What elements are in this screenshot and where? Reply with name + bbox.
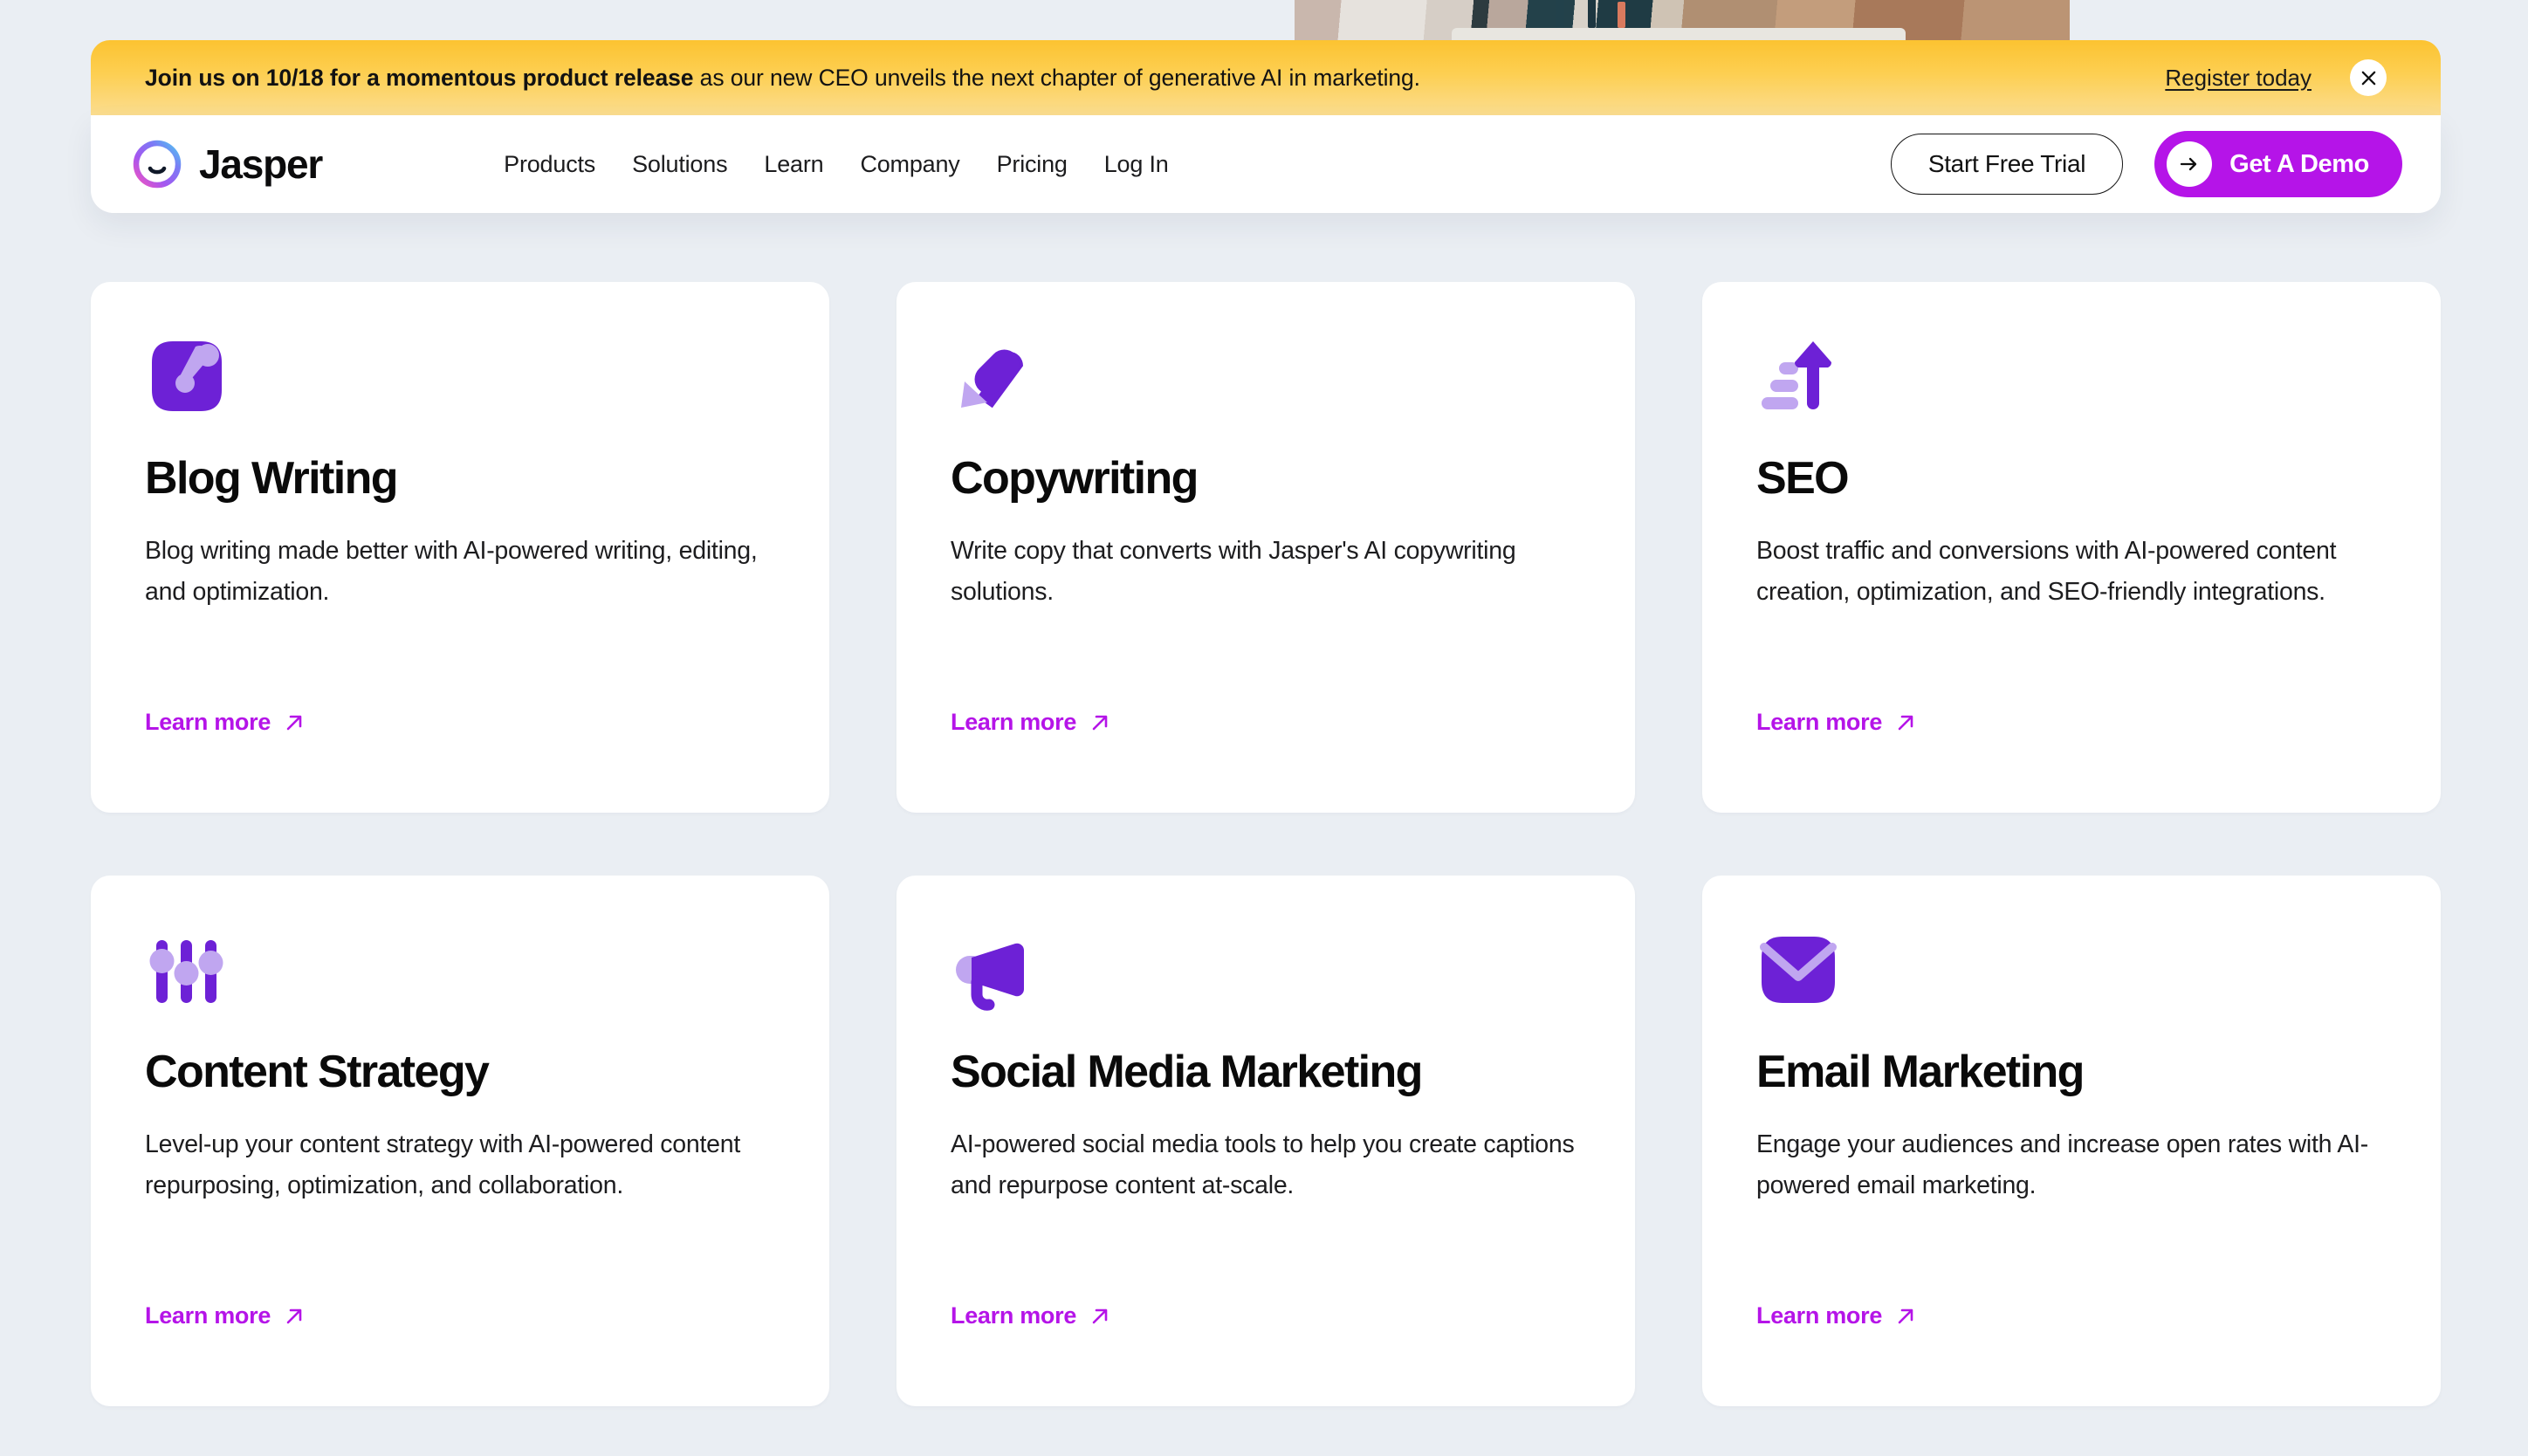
card-description: Write copy that converts with Jasper's A…	[951, 537, 1516, 607]
feature-card-copywriting[interactable]: Copywriting Write copy that converts wit…	[896, 282, 1635, 813]
arrow-up-right-icon	[283, 711, 306, 734]
start-free-trial-button[interactable]: Start Free Trial	[1890, 134, 2124, 195]
pencil-icon	[1588, 0, 1596, 28]
learn-more-label: Learn more	[1756, 709, 1883, 735]
nav-item-learn[interactable]: Learn	[764, 151, 823, 178]
nav-item-company[interactable]: Company	[860, 151, 959, 178]
arrow-up-right-icon	[1894, 1305, 1917, 1328]
header-actions: Start Free Trial Get A Demo	[1890, 131, 2402, 197]
nav-item-pricing[interactable]: Pricing	[997, 151, 1068, 178]
learn-more-label: Learn more	[951, 709, 1077, 735]
card-title: Copywriting	[951, 453, 1199, 504]
card-title: Email Marketing	[1756, 1047, 2085, 1097]
card-description: AI-powered social media tools to help yo…	[951, 1130, 1575, 1200]
feature-card-social-media-marketing[interactable]: Social Media Marketing AI-powered social…	[896, 876, 1635, 1406]
brand-logo-link[interactable]: Jasper	[133, 140, 323, 189]
feature-card-grid: Blog Writing Blog writing made better wi…	[91, 282, 2441, 1406]
learn-more-link[interactable]: Learn more	[145, 1302, 306, 1329]
nav-item-products[interactable]: Products	[504, 151, 595, 178]
main-nav: Products Solutions Learn Company Pricing…	[504, 151, 1169, 178]
banner-close-button[interactable]	[2350, 59, 2387, 96]
feature-card-seo[interactable]: SEO Boost traffic and conversions with A…	[1702, 282, 2441, 813]
learn-more-link[interactable]: Learn more	[1756, 1302, 1917, 1329]
learn-more-link[interactable]: Learn more	[951, 1302, 1111, 1329]
social-media-megaphone-icon	[951, 928, 1581, 1012]
site-header: Jasper Products Solutions Learn Company …	[91, 115, 2441, 213]
card-description: Engage your audiences and increase open …	[1756, 1130, 2369, 1200]
arrow-up-right-icon	[1894, 711, 1917, 734]
banner-message: Join us on 10/18 for a momentous product…	[145, 65, 1420, 92]
arrow-right-icon	[2167, 141, 2213, 187]
get-a-demo-button[interactable]: Get A Demo	[2154, 131, 2402, 197]
learn-more-link[interactable]: Learn more	[1756, 709, 1917, 736]
content-strategy-sliders-icon	[145, 928, 775, 1012]
close-icon	[2360, 70, 2377, 86]
card-description: Blog writing made better with AI-powered…	[145, 537, 758, 607]
feature-card-email-marketing[interactable]: Email Marketing Engage your audiences an…	[1702, 876, 2441, 1406]
card-title: Content Strategy	[145, 1047, 490, 1097]
card-title: SEO	[1756, 453, 1850, 504]
learn-more-label: Learn more	[145, 709, 271, 735]
seo-growth-arrow-icon	[1756, 334, 2387, 418]
learn-more-label: Learn more	[1756, 1302, 1883, 1329]
card-description: Boost traffic and conversions with AI-po…	[1756, 537, 2337, 607]
hero-photo-strip	[1295, 0, 2070, 44]
email-marketing-envelope-icon	[1756, 928, 2387, 1012]
learn-more-label: Learn more	[145, 1302, 271, 1329]
banner-actions: Register today	[2165, 59, 2387, 96]
banner-message-rest: as our new CEO unveils the next chapter …	[693, 64, 1420, 91]
arrow-up-right-icon	[1089, 711, 1111, 734]
feature-card-blog-writing[interactable]: Blog Writing Blog writing made better wi…	[91, 282, 829, 813]
learn-more-label: Learn more	[951, 1302, 1077, 1329]
register-today-link[interactable]: Register today	[2165, 65, 2312, 92]
arrow-up-right-icon	[283, 1305, 306, 1328]
announcement-banner: Join us on 10/18 for a momentous product…	[91, 40, 2441, 115]
jasper-logo-icon	[133, 140, 182, 189]
blog-writing-icon	[145, 334, 775, 418]
copywriting-pen-icon	[951, 334, 1581, 418]
card-description: Level-up your content strategy with AI-p…	[145, 1130, 740, 1200]
brand-name: Jasper	[199, 141, 323, 187]
get-a-demo-label: Get A Demo	[2229, 149, 2369, 178]
arrow-up-right-icon	[1089, 1305, 1111, 1328]
nav-item-solutions[interactable]: Solutions	[632, 151, 727, 178]
card-title: Social Media Marketing	[951, 1047, 1423, 1097]
banner-message-bold: Join us on 10/18 for a momentous product…	[145, 64, 694, 91]
card-title: Blog Writing	[145, 453, 398, 504]
feature-card-content-strategy[interactable]: Content Strategy Level-up your content s…	[91, 876, 829, 1406]
pencil-icon	[1556, 0, 1564, 28]
nav-item-log-in[interactable]: Log In	[1104, 151, 1169, 178]
pencil-icon	[1618, 2, 1625, 28]
learn-more-link[interactable]: Learn more	[951, 709, 1111, 736]
learn-more-link[interactable]: Learn more	[145, 709, 306, 736]
